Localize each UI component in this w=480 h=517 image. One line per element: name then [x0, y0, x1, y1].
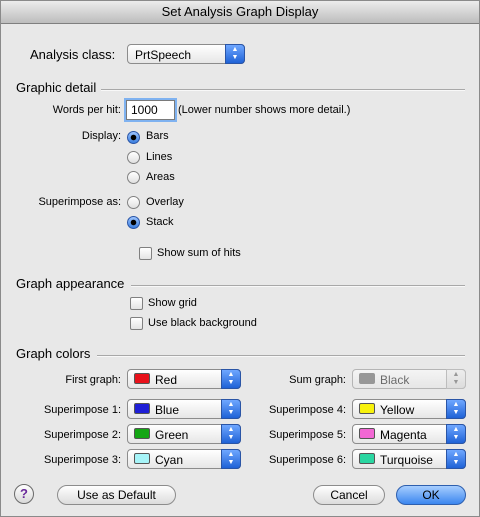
words-per-hit-label: Words per hit: — [52, 104, 121, 116]
show-sum-checkbox[interactable] — [139, 247, 152, 260]
first-graph-swatch — [134, 373, 150, 384]
graphic-detail-heading: Graphic detail — [16, 80, 97, 95]
black-background-label: Use black background — [148, 317, 257, 329]
graph-appearance-heading: Graph appearance — [16, 276, 125, 291]
analysis-class-popup[interactable]: PrtSpeech ▲ ▼ — [127, 44, 245, 64]
use-as-default-button[interactable]: Use as Default — [57, 485, 176, 505]
superimpose-3-label: Superimpose 3: — [43, 454, 121, 466]
superimpose-1-swatch — [134, 403, 150, 414]
display-areas-radio[interactable] — [127, 171, 140, 184]
first-graph-label: First graph: — [65, 374, 121, 386]
superimpose-overlay-radio[interactable] — [127, 196, 140, 209]
updown-arrows-icon: ▲ ▼ — [225, 44, 245, 64]
superimpose-5-color-popup[interactable]: Magenta ▲ ▼ — [352, 424, 466, 444]
updown-arrows-icon: ▲ ▼ — [446, 424, 466, 444]
display-lines-label: Lines — [146, 151, 173, 163]
black-background-checkbox[interactable] — [130, 317, 143, 330]
superimpose-2-color-popup[interactable]: Green ▲ ▼ — [127, 424, 241, 444]
window-title: Set Analysis Graph Display — [1, 1, 479, 24]
superimpose-5-swatch — [359, 428, 375, 439]
sum-graph-swatch — [359, 373, 375, 384]
display-bars-radio[interactable] — [127, 131, 140, 144]
help-icon[interactable]: ? — [14, 484, 34, 504]
updown-arrows-icon: ▲ ▼ — [446, 369, 466, 389]
show-sum-label: Show sum of hits — [157, 247, 241, 259]
superimpose-1-label: Superimpose 1: — [43, 404, 121, 416]
superimpose-4-color-popup[interactable]: Yellow ▲ ▼ — [352, 399, 466, 419]
superimpose-stack-radio[interactable] — [127, 216, 140, 229]
first-graph-color-popup[interactable]: Red ▲ ▼ — [127, 369, 241, 389]
show-grid-label: Show grid — [148, 297, 197, 309]
superimpose-5-value: Magenta — [380, 428, 427, 442]
analysis-class-label: Analysis class: — [30, 47, 116, 62]
show-grid-checkbox[interactable] — [130, 297, 143, 310]
updown-arrows-icon: ▲ ▼ — [446, 399, 466, 419]
sum-graph-color-popup[interactable]: Black ▲ ▼ — [352, 369, 466, 389]
superimpose-3-color-popup[interactable]: Cyan ▲ ▼ — [127, 449, 241, 469]
words-per-hit-input[interactable]: 1000 — [126, 100, 175, 120]
superimpose-2-label: Superimpose 2: — [43, 429, 121, 441]
superimpose-4-label: Superimpose 4: — [268, 404, 346, 416]
updown-arrows-icon: ▲ ▼ — [446, 449, 466, 469]
superimpose-6-label: Superimpose 6: — [268, 454, 346, 466]
graph-appearance-divider — [131, 285, 465, 287]
graphic-detail-divider — [101, 89, 465, 91]
superimpose-6-color-popup[interactable]: Turquoise ▲ ▼ — [352, 449, 466, 469]
display-bars-label: Bars — [146, 130, 169, 142]
display-label: Display: — [81, 130, 121, 142]
superimpose-1-color-popup[interactable]: Blue ▲ ▼ — [127, 399, 241, 419]
graph-colors-divider — [97, 355, 465, 357]
display-lines-radio[interactable] — [127, 151, 140, 164]
cancel-button[interactable]: Cancel — [313, 485, 385, 505]
dialog-window: Set Analysis Graph Display Analysis clas… — [0, 0, 480, 517]
display-areas-label: Areas — [146, 171, 175, 183]
superimpose-stack-label: Stack — [146, 216, 174, 228]
sum-graph-value: Black — [380, 373, 410, 387]
superimpose-overlay-label: Overlay — [146, 196, 184, 208]
superimpose-2-swatch — [134, 428, 150, 439]
sum-graph-label: Sum graph: — [289, 374, 346, 386]
first-graph-value: Red — [155, 373, 178, 387]
superimpose-3-swatch — [134, 453, 150, 464]
words-per-hit-hint: (Lower number shows more detail.) — [178, 104, 351, 116]
superimpose-1-value: Blue — [155, 403, 180, 417]
superimpose-4-value: Yellow — [380, 403, 415, 417]
superimpose-6-value: Turquoise — [380, 453, 433, 467]
superimpose-2-value: Green — [155, 428, 189, 442]
superimpose-5-label: Superimpose 5: — [268, 429, 346, 441]
superimpose-6-swatch — [359, 453, 375, 464]
superimpose-3-value: Cyan — [155, 453, 184, 467]
ok-button[interactable]: OK — [396, 485, 466, 505]
superimpose-4-swatch — [359, 403, 375, 414]
graph-colors-heading: Graph colors — [16, 346, 91, 361]
analysis-class-value: PrtSpeech — [135, 48, 192, 62]
superimpose-label: Superimpose as: — [38, 196, 121, 208]
